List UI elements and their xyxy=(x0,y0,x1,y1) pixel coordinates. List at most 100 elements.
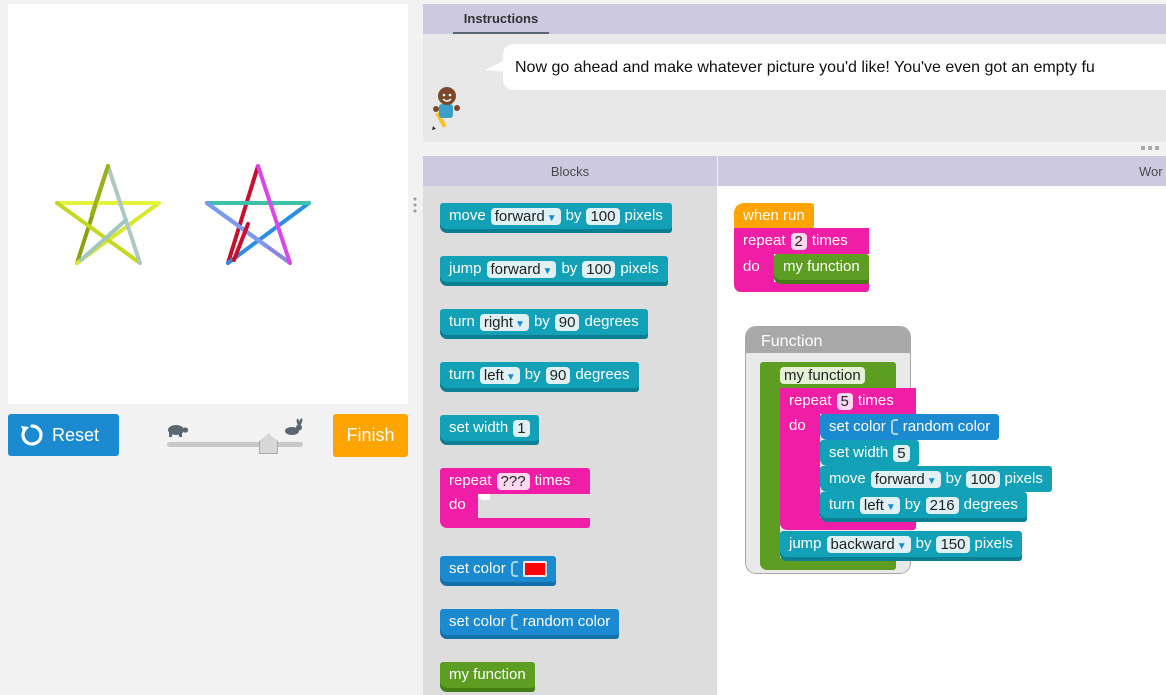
block-keyword: by xyxy=(533,313,550,330)
direction-dropdown[interactable]: left ▼ xyxy=(859,496,900,514)
number-field[interactable]: 5 xyxy=(893,444,910,462)
repeat-block-bottom xyxy=(780,518,916,530)
speed-slider[interactable] xyxy=(165,416,305,456)
slider-track xyxy=(167,442,303,447)
direction-dropdown[interactable]: forward ▼ xyxy=(486,260,557,278)
number-field[interactable]: 90 xyxy=(545,366,571,384)
set-width-block[interactable]: set width 5 xyxy=(820,440,919,466)
number-field[interactable]: 150 xyxy=(936,535,970,553)
star-right-stroke xyxy=(226,201,311,265)
number-field[interactable]: ??? xyxy=(496,472,530,490)
block-keyword: set color xyxy=(449,613,506,630)
block-keyword: pixels xyxy=(624,207,663,224)
instructions-header: Instructions xyxy=(423,4,1166,34)
dropdown-value: forward xyxy=(494,207,545,225)
stars-drawing xyxy=(55,164,311,265)
repeat-block-do: do xyxy=(780,413,815,439)
star-left-stroke xyxy=(90,164,110,216)
when-run-block[interactable]: when run xyxy=(734,203,814,229)
toolbox-jump-block[interactable]: jump forward ▼ by 100 pixels xyxy=(440,256,668,282)
reset-icon xyxy=(21,424,43,446)
finish-button[interactable]: Finish xyxy=(333,414,408,457)
splitter-grip-icon[interactable] xyxy=(412,196,417,216)
number-field[interactable]: 2 xyxy=(790,232,807,250)
reset-button[interactable]: Reset xyxy=(8,414,119,456)
set-color-random-block[interactable]: set color random color xyxy=(820,414,1000,440)
call-my-function-block[interactable]: my function xyxy=(774,254,869,280)
block-keyword: pixels xyxy=(974,535,1013,552)
toolbox-my-function-block[interactable]: my function xyxy=(440,662,535,688)
toolbox-turn-left-block[interactable]: turn left ▼ by 90 degrees xyxy=(440,362,639,388)
block-keyword: repeat xyxy=(789,392,832,409)
toolbox-move-block[interactable]: move forward ▼ by 100 pixels xyxy=(440,203,672,229)
block-keyword: by xyxy=(904,496,921,513)
dropdown-value: right xyxy=(483,313,514,331)
star-left xyxy=(55,164,161,265)
star-right-stroke xyxy=(256,164,292,265)
direction-dropdown[interactable]: left ▼ xyxy=(479,366,520,384)
tab-instructions[interactable]: Instructions xyxy=(453,10,549,34)
block-keyword: do xyxy=(449,496,466,513)
block-keyword: degrees xyxy=(584,313,639,330)
toolbox-set-width-block[interactable]: set width 1 xyxy=(440,415,539,441)
block-keyword: set width xyxy=(449,419,509,436)
finish-label: Finish xyxy=(346,425,395,445)
dropdown-arrow-icon: ▼ xyxy=(542,265,553,277)
function-block-bottom xyxy=(760,558,896,570)
slider-thumb[interactable] xyxy=(259,434,278,454)
number-field[interactable]: 1 xyxy=(513,419,530,437)
dropdown-arrow-icon: ▼ xyxy=(505,371,516,383)
toolbox-turn-right-block[interactable]: turn right ▼ by 90 degrees xyxy=(440,309,648,335)
block-keyword: repeat xyxy=(743,232,786,249)
block-keyword: pixels xyxy=(1004,470,1043,487)
dropdown-value: left xyxy=(863,496,884,514)
block-keyword: by xyxy=(561,260,578,277)
star-left-stroke xyxy=(106,164,142,265)
direction-dropdown[interactable]: right ▼ xyxy=(479,313,529,331)
dropdown-value: forward xyxy=(874,470,925,488)
toolbox-set-random-color-block[interactable]: set color random color xyxy=(440,609,620,635)
number-field[interactable]: 216 xyxy=(925,496,959,514)
number-field[interactable]: 90 xyxy=(554,313,580,331)
random-color-value: random color xyxy=(902,418,991,435)
block-keyword: degrees xyxy=(575,366,630,383)
function-block-header: my function xyxy=(771,362,874,388)
block-keyword: do xyxy=(743,258,760,275)
blocks-header: Blocks xyxy=(423,156,717,186)
block-keyword: turn xyxy=(449,366,475,383)
repeat-block-bottom xyxy=(440,518,590,528)
block-keyword: times xyxy=(534,472,571,489)
drawing-canvas xyxy=(8,4,408,404)
dropdown-value: backward xyxy=(830,535,895,553)
jump-block[interactable]: jump backward ▼ by 150 pixels xyxy=(780,531,1022,557)
block-keyword: move xyxy=(449,207,486,224)
repeat-block-header: repeat 2 times xyxy=(734,228,857,254)
block-keyword: turn xyxy=(449,313,475,330)
number-field[interactable]: 5 xyxy=(836,392,853,410)
direction-dropdown[interactable]: forward ▼ xyxy=(870,470,941,488)
block-keyword: by xyxy=(524,366,541,383)
turn-block[interactable]: turn left ▼ by 216 degrees xyxy=(820,492,1027,518)
direction-dropdown[interactable]: backward ▼ xyxy=(826,535,911,553)
turtle-icon xyxy=(168,425,189,437)
instructions-panel: Now go ahead and make whatever picture y… xyxy=(423,34,1166,142)
block-keyword: set color xyxy=(829,418,886,435)
number-field[interactable]: 100 xyxy=(582,260,616,278)
toolbox-set-color-block[interactable]: set color xyxy=(440,556,556,582)
number-field[interactable]: 100 xyxy=(586,207,620,225)
star-left-stroke xyxy=(55,201,142,265)
repeat-block-header: repeat 5 times xyxy=(780,388,903,414)
direction-dropdown[interactable]: forward ▼ xyxy=(490,207,561,225)
move-block[interactable]: move forward ▼ by 100 pixels xyxy=(820,466,1052,492)
function-name-field[interactable]: my function xyxy=(780,366,865,384)
speech-bubble-tail xyxy=(485,60,505,72)
block-keyword: times xyxy=(811,232,848,249)
number-field[interactable]: 100 xyxy=(966,470,1000,488)
function-frame-title: Function xyxy=(746,327,910,353)
dropdown-arrow-icon: ▼ xyxy=(896,540,907,552)
color-swatch[interactable] xyxy=(522,561,547,577)
instructions-text: Now go ahead and make whatever picture y… xyxy=(503,44,1166,90)
resize-grip-icon[interactable] xyxy=(1140,145,1162,153)
block-keyword: by xyxy=(915,535,932,552)
reset-label: Reset xyxy=(52,424,100,445)
